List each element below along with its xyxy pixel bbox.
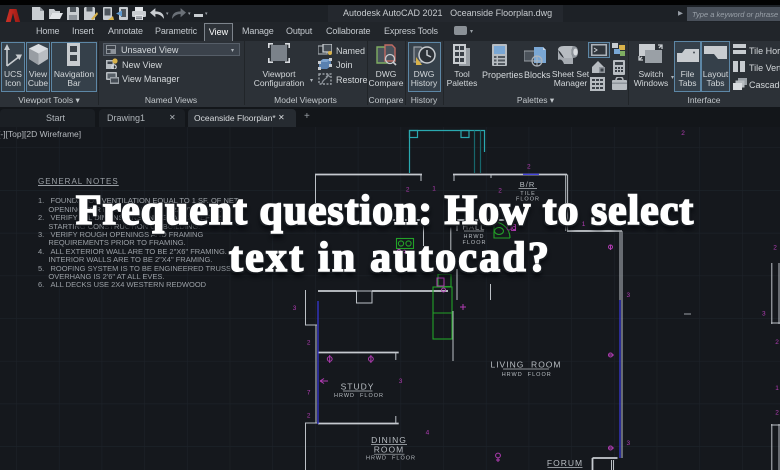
svg-text:DINING: DINING [371, 435, 407, 445]
svg-text:HRWD FLOOR: HRWD FLOOR [334, 393, 384, 399]
svg-text:HRWD FLOOR: HRWD FLOOR [502, 372, 552, 378]
svg-text:2: 2 [307, 340, 311, 347]
svg-text:2: 2 [307, 412, 311, 419]
svg-text:FORUM: FORUM [547, 458, 583, 468]
svg-text:3: 3 [762, 310, 766, 317]
svg-text:4: 4 [426, 430, 430, 437]
svg-text:ROOM: ROOM [374, 445, 404, 455]
svg-text:2: 2 [775, 410, 779, 417]
svg-text:7: 7 [307, 390, 311, 397]
svg-text:2: 2 [527, 164, 531, 171]
svg-text:HRWD FLOOR: HRWD FLOOR [366, 456, 416, 462]
svg-text:3: 3 [626, 292, 630, 299]
svg-text:3: 3 [399, 378, 403, 385]
svg-text:1: 1 [775, 385, 779, 392]
svg-text:3: 3 [293, 305, 297, 312]
svg-text:3: 3 [626, 440, 630, 447]
svg-text:LIVING ROOM: LIVING ROOM [490, 360, 561, 370]
svg-text:2: 2 [775, 339, 779, 346]
svg-text:STUDY: STUDY [341, 382, 375, 392]
svg-text:2: 2 [681, 130, 685, 137]
